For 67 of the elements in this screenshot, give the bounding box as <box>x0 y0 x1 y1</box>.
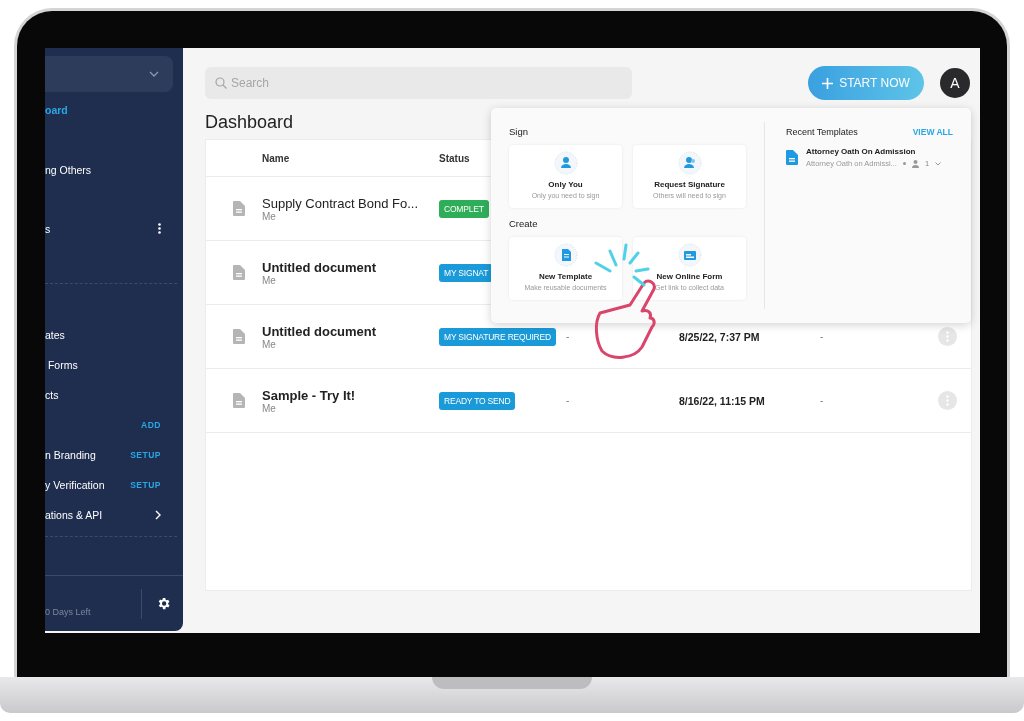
chevron-down-icon <box>149 71 159 77</box>
sidebar-action-link[interactable]: SETUP <box>130 449 161 460</box>
document-name[interactable]: Untitled document <box>262 259 377 275</box>
status-badge: READY TO SEND <box>439 391 516 410</box>
people-icon <box>677 151 702 175</box>
column-header: Status <box>439 152 470 164</box>
sidebar-item-label: n Branding <box>45 448 96 461</box>
table-cell: - <box>820 331 824 342</box>
document-icon <box>233 201 245 216</box>
document-icon <box>553 243 578 267</box>
sidebar-item-label: ates <box>45 328 65 341</box>
form-icon <box>677 243 702 267</box>
sidebar-action-link[interactable]: ADD <box>141 419 161 430</box>
document-owner: Me <box>262 210 276 222</box>
status-badge: MY SIGNAT <box>439 263 494 282</box>
more-icon[interactable] <box>158 223 161 234</box>
document-icon <box>786 150 798 165</box>
status-badge: COMPLET <box>439 199 489 218</box>
column-header: Name <box>262 152 290 164</box>
plus-icon <box>822 77 834 89</box>
sidebar-action-link[interactable]: SETUP <box>130 479 161 490</box>
sidebar-item[interactable]: Forms <box>45 349 177 380</box>
person-icon <box>553 151 578 175</box>
search-icon <box>215 77 227 89</box>
document-icon <box>233 265 245 280</box>
sidebar-item-label: ng Others <box>45 163 92 176</box>
document-owner: Me <box>262 274 277 286</box>
sidebar-item[interactable]: ations & API <box>45 499 177 530</box>
sidebar-item[interactable]: oard <box>45 96 177 156</box>
document-icon <box>233 329 245 344</box>
sidebar-item[interactable]: y Verification SETUP <box>45 469 177 500</box>
table-cell: - <box>566 395 570 406</box>
sidebar-item-label: Forms <box>46 358 78 371</box>
sidebar-item-label: y Verification <box>45 478 105 491</box>
sidebar-item[interactable]: cts <box>45 379 177 410</box>
document-owner: Me <box>262 338 277 350</box>
date-cell: 8/25/22, 7:37 PM <box>679 330 760 343</box>
sidebar-item[interactable]: ng Others <box>45 155 177 215</box>
sidebar-item[interactable]: ADD <box>45 409 177 440</box>
template-name[interactable]: Attorney Oath On Admission <box>806 147 942 156</box>
document-owner: Me <box>262 402 276 414</box>
recent-templates-title: Recent Templates <box>786 127 858 137</box>
date-cell: 8/16/22, 11:15 PM <box>679 394 765 407</box>
table-cell: - <box>820 395 824 406</box>
sidebar-item[interactable]: n Branding SETUP <box>45 439 177 470</box>
bullet-icon <box>902 162 906 165</box>
sidebar-item-label: oard <box>45 104 68 116</box>
group-title: Sign <box>509 126 529 137</box>
trial-days-text: 0 Days Left <box>45 605 91 617</box>
document-icon <box>233 393 245 408</box>
chevron-down-icon <box>935 161 942 166</box>
group-title: Create <box>509 218 539 229</box>
status-badge: MY SIGNATURE REQUIRED <box>439 327 556 346</box>
page-title: Dashboard <box>205 112 294 133</box>
sidebar-item[interactable]: s <box>45 215 177 275</box>
settings-icon[interactable] <box>156 596 171 611</box>
user-avatar[interactable]: A <box>940 68 970 98</box>
document-name[interactable]: Untitled document <box>262 323 377 339</box>
document-name[interactable]: Sample - Try It! <box>262 387 356 403</box>
sidebar-item-label: cts <box>45 388 59 401</box>
person-icon <box>911 159 919 168</box>
chevron-right-icon[interactable] <box>155 509 161 520</box>
sidebar-item[interactable]: ates <box>45 319 177 350</box>
document-name[interactable]: Supply Contract Bond Fo... <box>262 195 419 211</box>
sidebar-item-label: ations & API <box>45 508 103 521</box>
table-cell: - <box>566 331 570 342</box>
sidebar-item-label: s <box>45 223 51 235</box>
